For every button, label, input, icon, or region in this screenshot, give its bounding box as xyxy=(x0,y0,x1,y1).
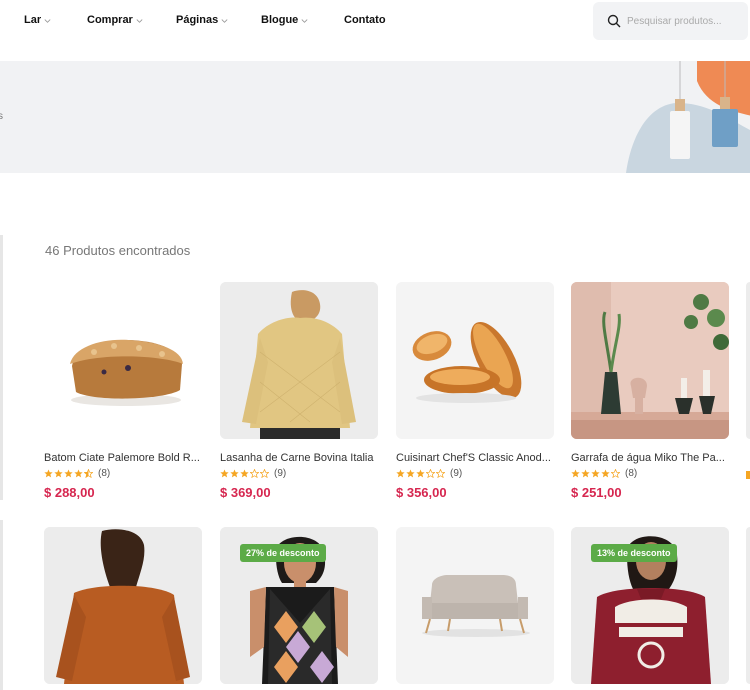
review-count: (9) xyxy=(450,468,463,479)
nav-item-blogue[interactable]: Blogue xyxy=(261,14,309,26)
nav-item-label: Comprar xyxy=(87,14,133,26)
star-icon xyxy=(44,469,53,478)
sidebar-edge xyxy=(0,520,3,690)
product-name[interactable]: Garrafa de água Miko The Pa... xyxy=(571,452,729,464)
product-image[interactable] xyxy=(44,282,202,439)
star-empty-icon xyxy=(260,469,269,478)
product-price: $ 288,00 xyxy=(44,485,95,500)
star-icon xyxy=(581,469,590,478)
sidebar-edge xyxy=(0,235,3,500)
star-icon xyxy=(396,469,405,478)
star-empty-icon xyxy=(436,469,445,478)
star-icon xyxy=(746,471,750,479)
product-rating: (8) xyxy=(44,468,202,479)
search-input[interactable] xyxy=(627,15,737,27)
star-empty-icon xyxy=(426,469,435,478)
search-box[interactable] xyxy=(593,2,748,40)
product-image[interactable] xyxy=(396,527,554,684)
product-rating: (9) xyxy=(396,468,554,479)
product-card[interactable]: 27% de desconto xyxy=(220,527,378,684)
star-icon xyxy=(64,469,73,478)
nav-item-lar[interactable]: Lar xyxy=(24,14,52,26)
star-icon xyxy=(240,469,249,478)
product-card[interactable] xyxy=(396,527,554,684)
nav-item-label: Blogue xyxy=(261,14,299,26)
review-count: (8) xyxy=(98,468,111,479)
product-card[interactable]: Batom Ciate Palemore Bold R... (8) $ 288… xyxy=(44,282,202,500)
star-icon xyxy=(54,469,63,478)
product-card-partial xyxy=(746,282,750,439)
nav-item-label: Lar xyxy=(24,14,42,26)
product-rating: (9) xyxy=(220,468,378,479)
site-header: Lar Comprar Páginas Blogue Contato xyxy=(0,0,750,60)
pendant-lamps-illustration xyxy=(626,61,750,173)
product-name[interactable]: Lasanha de Carne Bovina Italia xyxy=(220,452,378,464)
star-icon xyxy=(601,469,610,478)
product-name[interactable]: Cuisinart Chef'S Classic Anod... xyxy=(396,452,554,464)
product-image[interactable]: 13% de desconto xyxy=(571,527,729,684)
product-card[interactable]: Cuisinart Chef'S Classic Anod... (9) $ 3… xyxy=(396,282,554,500)
star-icon xyxy=(230,469,239,478)
star-icon xyxy=(74,469,83,478)
product-image[interactable] xyxy=(571,282,729,439)
nav-item-paginas[interactable]: Páginas xyxy=(176,14,229,26)
product-card-partial xyxy=(746,527,750,684)
product-price: $ 356,00 xyxy=(396,485,447,500)
chevron-down-icon xyxy=(136,18,143,23)
nav-item-label: Páginas xyxy=(176,14,219,26)
review-count: (9) xyxy=(274,468,287,479)
page-banner: s xyxy=(0,61,750,173)
product-image[interactable] xyxy=(396,282,554,439)
product-price: $ 251,00 xyxy=(571,485,622,500)
star-icon xyxy=(591,469,600,478)
nav-item-comprar[interactable]: Comprar xyxy=(87,14,144,26)
star-empty-icon xyxy=(611,469,620,478)
chevron-down-icon xyxy=(44,18,51,23)
product-name[interactable]: Batom Ciate Palemore Bold R... xyxy=(44,452,202,464)
results-count: 46 Produtos encontrados xyxy=(45,243,191,258)
product-card[interactable] xyxy=(44,527,202,684)
product-image[interactable] xyxy=(220,282,378,439)
chevron-down-icon xyxy=(221,18,228,23)
star-half-icon xyxy=(84,469,93,478)
product-image[interactable] xyxy=(44,527,202,684)
product-card[interactable]: Garrafa de água Miko The Pa... (8) $ 251… xyxy=(571,282,729,500)
product-rating: (8) xyxy=(571,468,729,479)
chevron-down-icon xyxy=(301,18,308,23)
review-count: (8) xyxy=(625,468,638,479)
product-price: $ 369,00 xyxy=(220,485,271,500)
star-icon xyxy=(416,469,425,478)
discount-badge: 27% de desconto xyxy=(240,544,326,562)
product-card[interactable]: 13% de desconto xyxy=(571,527,729,684)
star-icon xyxy=(406,469,415,478)
nav-item-label: Contato xyxy=(344,14,386,26)
product-image[interactable]: 27% de desconto xyxy=(220,527,378,684)
search-icon[interactable] xyxy=(607,14,621,28)
product-card[interactable]: Lasanha de Carne Bovina Italia (9) $ 369… xyxy=(220,282,378,500)
discount-badge: 13% de desconto xyxy=(591,544,677,562)
star-icon xyxy=(220,469,229,478)
banner-text: s xyxy=(0,111,3,122)
star-empty-icon xyxy=(250,469,259,478)
nav-item-contato[interactable]: Contato xyxy=(344,14,386,26)
star-icon xyxy=(571,469,580,478)
